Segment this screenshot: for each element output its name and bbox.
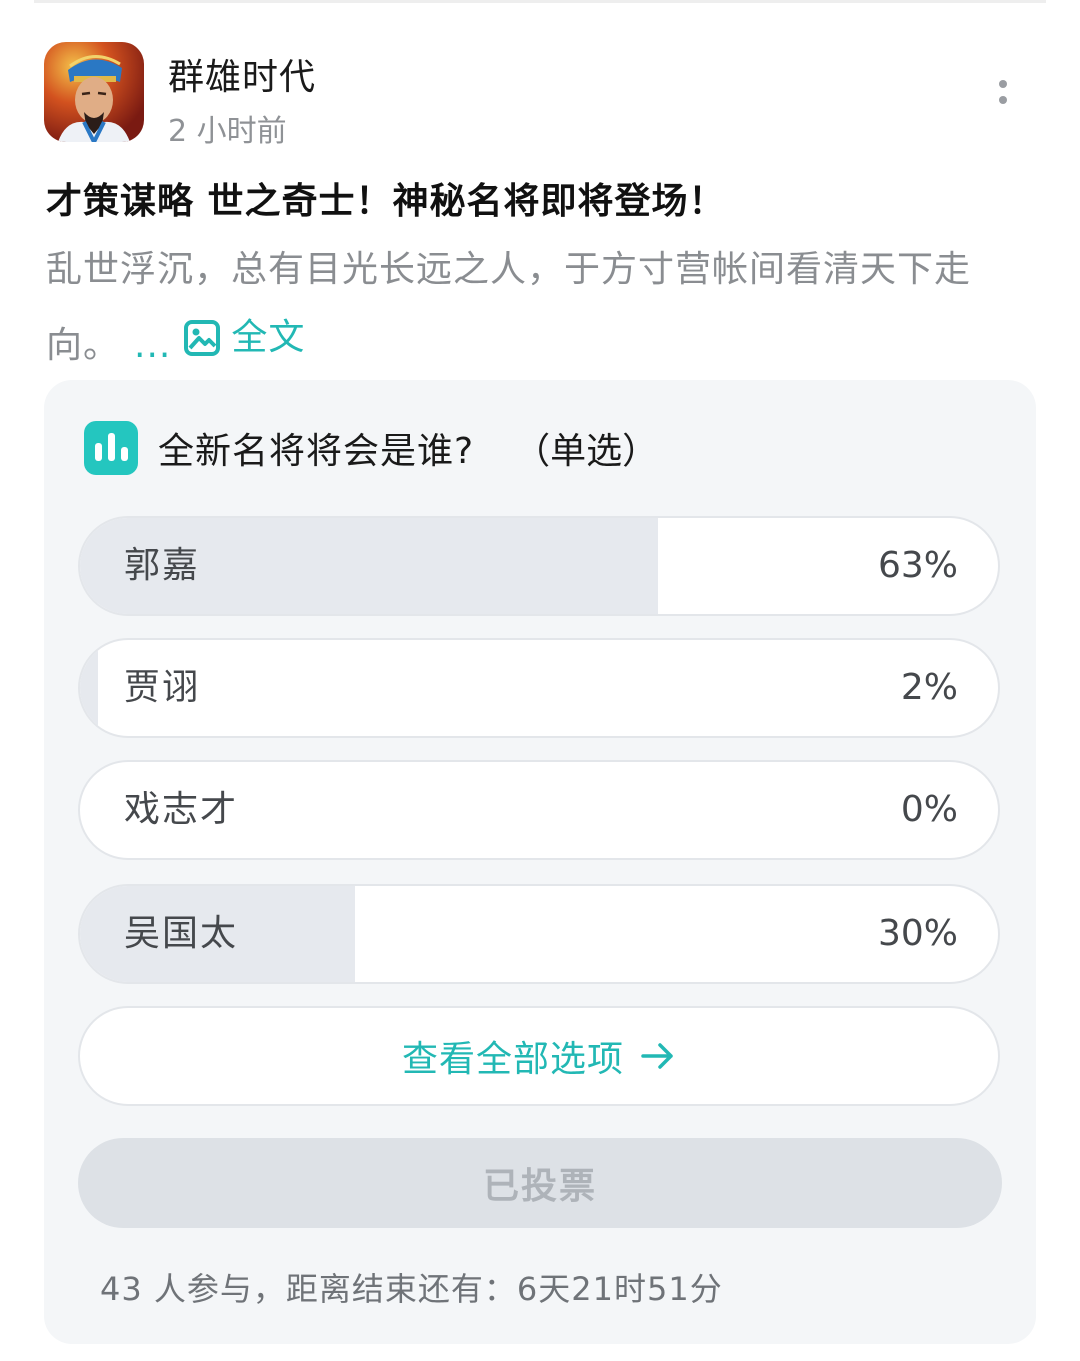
poll-footer: 43 人参与，距离结束还有：6天21时51分 (100, 1270, 723, 1308)
poll-question: 全新名将将会是谁? (158, 431, 475, 472)
full-text-label: 全文 (231, 317, 306, 358)
voted-button[interactable]: 已投票 (78, 1138, 1002, 1228)
poll-mode: （单选） (514, 431, 659, 472)
poll-option[interactable]: 郭嘉 63% (78, 516, 1000, 616)
author-name[interactable]: 群雄时代 (168, 48, 316, 100)
poll-option-label: 吴国太 (124, 913, 239, 954)
poll-option-percent: 30% (877, 913, 958, 954)
image-icon (184, 320, 221, 356)
more-vertical-icon (999, 80, 1007, 88)
poll-option-percent: 63% (877, 545, 958, 586)
poll-option[interactable]: 戏志才 0% (78, 760, 1000, 860)
poll-header: 全新名将将会是谁? （单选） (84, 420, 658, 476)
top-divider (34, 0, 1046, 3)
excerpt-ellipsis: ... (134, 325, 172, 366)
poll-option-label: 贾诩 (124, 667, 201, 708)
poll-option-label: 郭嘉 (124, 545, 201, 586)
poll-option[interactable]: 吴国太 30% (78, 884, 1000, 984)
post-time: 2 小时前 (168, 114, 287, 149)
view-all-label: 查看全部选项 (401, 1039, 624, 1080)
post-excerpt[interactable]: 乱世浮沉，总有目光长远之人，于方寸营帐间看清天下走向。... 全文 (46, 236, 1036, 380)
poll-option-label: 戏志才 (124, 789, 239, 830)
poll-option-fill (80, 640, 99, 736)
post-title[interactable]: 才策谋略 世之奇士！神秘名将即将登场！ (46, 172, 1036, 224)
poll-card: 全新名将将会是谁? （单选） 郭嘉 63% 贾诩 2% 戏志才 0% 吴国太 3… (44, 380, 1036, 1344)
poll-option[interactable]: 贾诩 2% (78, 638, 1000, 738)
avatar[interactable] (44, 42, 144, 142)
view-all-options-button[interactable]: 查看全部选项 (78, 1006, 1000, 1106)
arrow-right-icon (641, 1043, 673, 1069)
full-text-link[interactable]: 全文 (183, 304, 305, 372)
poll-option-percent: 0% (900, 789, 958, 830)
more-options-button[interactable] (988, 72, 1018, 112)
poll-option-percent: 2% (900, 667, 958, 708)
post-header: 群雄时代 2 小时前 (44, 42, 1034, 149)
poll-chart-icon (84, 421, 138, 475)
